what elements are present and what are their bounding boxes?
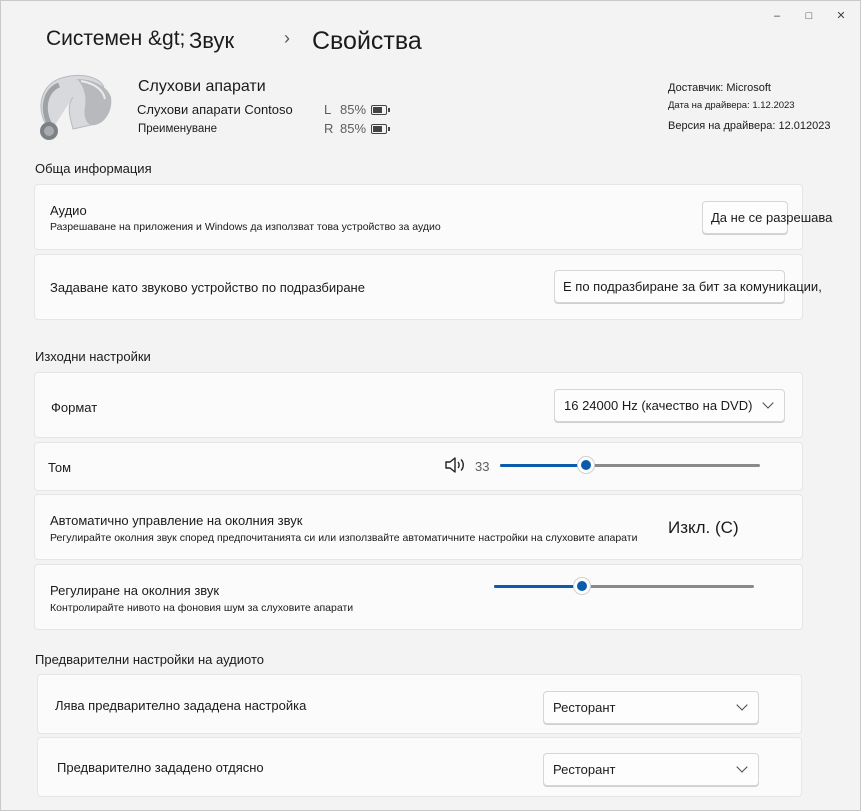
driver-date: Дата на драйвера: 1.12.2023	[668, 100, 795, 111]
breadcrumb-root[interactable]: Системен &gt;	[46, 27, 185, 51]
slider-thumb[interactable]	[573, 577, 592, 595]
chevron-down-icon	[762, 397, 774, 409]
format-dropdown[interactable]: 16 24000 Hz (качество на DVD)	[554, 389, 785, 422]
volume-label: Том	[48, 460, 72, 475]
rename-link[interactable]: Преименуване	[138, 123, 217, 135]
ambient-level-card: Регулиране на околния звук Контролирайте…	[34, 564, 803, 630]
section-general-title: Обща информация	[35, 161, 152, 176]
chevron-down-icon	[736, 699, 748, 711]
format-card: Формат 16 24000 Hz (качество на DVD)	[34, 372, 803, 438]
driver-vendor: Доставчик: Microsoft	[668, 82, 771, 94]
ambient-auto-title: Автоматично управление на околния звук	[50, 513, 303, 528]
close-button[interactable]: ✕	[824, 7, 858, 25]
battery-left-side: L	[324, 102, 332, 117]
hearing-aid-icon	[40, 74, 112, 140]
audio-title: Аудио	[50, 203, 87, 218]
right-preset-card: Предварително зададено отдясно Ресторант	[37, 737, 802, 797]
battery-right-percent: 85%	[340, 121, 367, 136]
slider-fill	[500, 464, 586, 467]
disallow-audio-label: Да не се разрешава	[711, 210, 833, 225]
battery-right-side: R	[324, 121, 334, 136]
battery-right: R 85%	[324, 121, 391, 136]
right-preset-dropdown[interactable]: Ресторант	[543, 753, 759, 786]
section-presets-title: Предварителни настройки на аудиото	[35, 652, 264, 667]
ambient-auto-toggle[interactable]: Изкл. (С)	[668, 518, 739, 538]
battery-left-percent: 85%	[340, 102, 367, 117]
device-name: Слухови апарати	[138, 78, 266, 95]
default-device-title: Задаване като звуково устройство по подр…	[50, 280, 365, 295]
default-device-card: Задаване като звуково устройство по подр…	[34, 254, 822, 320]
left-preset-dropdown[interactable]: Ресторант	[543, 691, 759, 724]
ambient-level-slider[interactable]	[494, 576, 754, 596]
maximize-button[interactable]: □	[792, 7, 826, 25]
slider-fill	[494, 585, 583, 588]
minimize-button[interactable]: –	[760, 7, 794, 25]
breadcrumb-parent[interactable]: Звук	[189, 28, 234, 54]
left-preset-value: Ресторант	[553, 700, 616, 715]
page-title: Свойства	[312, 27, 422, 55]
right-preset-label: Предварително зададено отдясно	[57, 760, 264, 775]
battery-icon	[371, 123, 391, 134]
right-preset-value: Ресторант	[553, 762, 616, 777]
speaker-icon[interactable]	[444, 456, 468, 474]
driver-version: Версия на драйвера: 12.012023	[668, 120, 831, 132]
battery-icon	[371, 104, 391, 115]
device-model: Слухови апарати Contoso	[137, 102, 293, 117]
breadcrumb-separator: ›	[284, 28, 290, 48]
format-value: 16 24000 Hz (качество на DVD)	[564, 398, 753, 413]
left-preset-card: Лява предварително зададена настройка Ре…	[37, 674, 802, 734]
default-device-label: Е по подразбиране за бит за комуникации,	[563, 279, 822, 294]
default-device-button[interactable]: Е по подразбиране за бит за комуникации,	[554, 270, 822, 303]
left-preset-label: Лява предварително зададена настройка	[55, 698, 307, 713]
volume-slider[interactable]	[500, 455, 760, 475]
format-label: Формат	[51, 400, 98, 415]
disallow-audio-button[interactable]: Да не се разрешава	[702, 201, 832, 234]
battery-left: L 85%	[324, 102, 391, 117]
ambient-auto-subtitle: Регулирайте околния звук според предпочи…	[50, 532, 638, 544]
section-output-title: Изходни настройки	[35, 349, 151, 364]
settings-window: – □ ✕ Системен &gt; Звук › Свойства Слух…	[0, 0, 861, 811]
audio-subtitle: Разрешаване на приложения и Windows да и…	[50, 221, 441, 233]
chevron-down-icon	[736, 761, 748, 773]
audio-card: Аудио Разрешаване на приложения и Window…	[34, 184, 832, 250]
ambient-level-title: Регулиране на околния звук	[50, 583, 220, 598]
volume-value: 33	[475, 459, 490, 474]
ambient-level-subtitle: Контролирайте нивото на фоновия шум за с…	[50, 602, 354, 614]
slider-thumb[interactable]	[576, 456, 595, 474]
